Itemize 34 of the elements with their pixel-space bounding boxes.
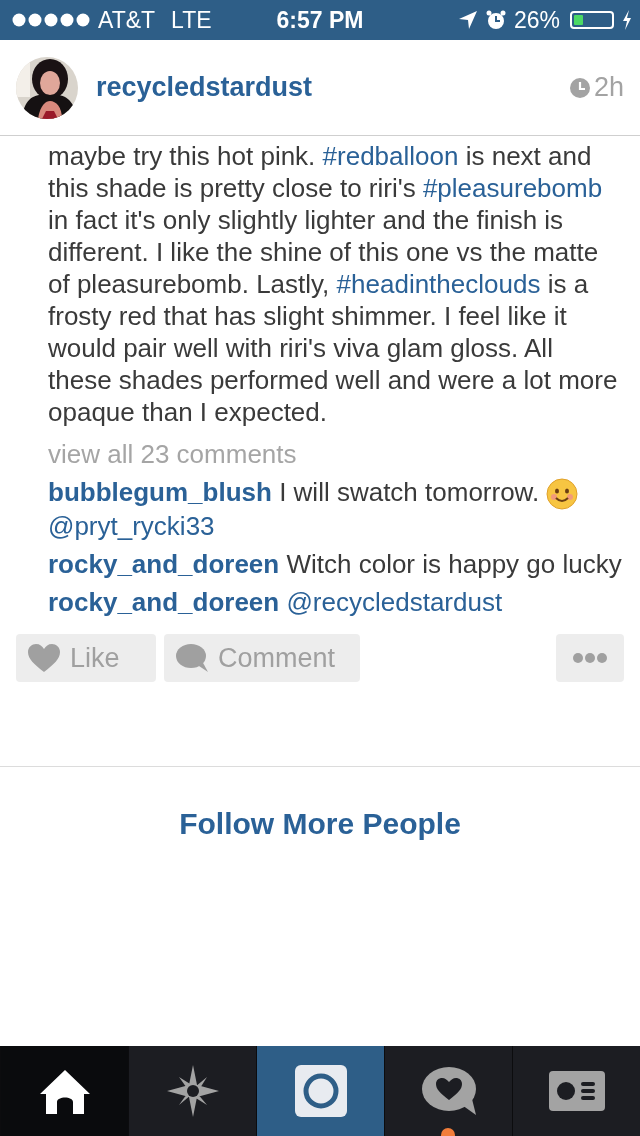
charging-icon <box>622 10 632 30</box>
commenter-link[interactable]: bubblegum_blush <box>48 477 272 507</box>
carrier-name: AT&T <box>98 6 156 34</box>
tab-button[interactable] <box>0 1046 128 1136</box>
more-icon <box>572 652 608 665</box>
follow-more-button[interactable]: Follow More People <box>179 807 461 842</box>
location-icon <box>457 10 478 30</box>
clock-icon <box>569 77 590 98</box>
heart-icon <box>28 644 60 673</box>
commenter-link[interactable]: rocky_and_doreen <box>48 587 280 618</box>
hashtag-link[interactable]: #headintheclouds <box>336 269 541 299</box>
hashtag-link[interactable]: #pleasurebomb <box>422 173 603 203</box>
home-icon <box>38 1068 91 1114</box>
post-time: 2h <box>593 72 624 103</box>
compass-star-icon <box>166 1065 219 1117</box>
signal-icon <box>12 13 90 27</box>
battery-icon <box>570 11 614 29</box>
more-button[interactable] <box>556 634 624 683</box>
camera-icon <box>294 1065 347 1117</box>
comment-text: I will swatch tomorrow. <box>279 477 540 507</box>
battery-percent: 26% <box>513 6 560 34</box>
mention-link[interactable]: @pryt_rycki33 <box>48 511 215 542</box>
username-link[interactable]: recycledstardust <box>96 72 313 103</box>
alarm-icon <box>485 10 506 30</box>
speech-bubble-icon <box>176 644 208 673</box>
clock-time: 6:57 PM <box>276 6 364 34</box>
commenter-link[interactable]: rocky_and_doreen <box>48 549 280 580</box>
profile-card-icon <box>548 1071 605 1111</box>
network-type: LTE <box>171 6 212 34</box>
hashtag-link[interactable]: #redballoon <box>322 141 459 171</box>
comment-text: Witch color is happy go lucky <box>286 549 622 580</box>
heart-bubble-icon <box>421 1067 476 1115</box>
caption-text: maybe try this hot pink. #redballoon is next and this shade is pretty close to riri's #pleasurebomb in fact it's only slightly lighter and the finish is different. I like the shine of this one vs the matte of pleasurebomb. Lastly, #headintheclouds is a frosty red that has slight shimmer. I feel like it would pair well with riri's viva glam gloss. All these shades performed well and were a lot more opaque than I expected. <box>48 140 619 428</box>
mention-link[interactable]: @recycledstardust <box>286 587 503 618</box>
